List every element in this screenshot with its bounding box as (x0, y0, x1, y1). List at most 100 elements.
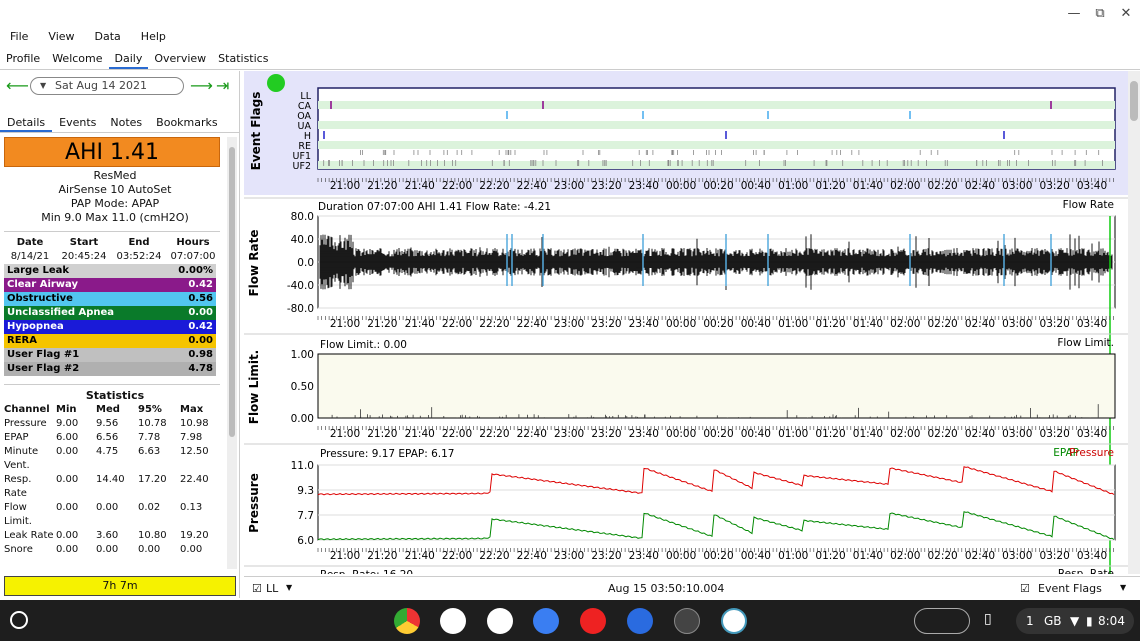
event-name: Unclassified Apnea (7, 307, 115, 318)
stats-cell: 17.20 (138, 474, 167, 485)
oscar-icon[interactable] (721, 608, 747, 634)
flags-tick-label: 01:20 (815, 180, 845, 192)
stats-row: Leak Rate 0.00 3.60 10.80 19.20 (4, 529, 226, 543)
stats-cell: 10.78 (138, 418, 167, 429)
pressure-ytick: 11.0 (291, 460, 314, 472)
flow-rate-title: Flow Rate (247, 229, 261, 296)
menu-file[interactable]: File (0, 28, 38, 46)
stats-cell: 0.00 (96, 544, 119, 555)
event-list: Large Leak 0.00% Clear Airway 0.42 Obstructi… (4, 264, 226, 376)
pr-tick-label: 00:40 (741, 550, 771, 562)
ll-dropdown[interactable]: LL (266, 582, 278, 595)
flags-tick-label: 01:40 (853, 180, 883, 192)
messages-icon[interactable] (627, 608, 653, 634)
pr-tick-label: 21:40 (405, 550, 435, 562)
event-row[interactable]: Large Leak 0.00% (4, 264, 216, 278)
stats-row: Snore 0.00 0.00 0.00 0.00 (4, 543, 226, 557)
scroll-thumb[interactable] (1130, 81, 1138, 121)
flags-tick-label: 22:40 (517, 180, 547, 192)
stats-cell: 14.40 (96, 474, 125, 485)
flow-tick-label: 22:00 (442, 318, 472, 330)
fl-tick-label: 21:40 (405, 428, 435, 440)
holding-space-icon[interactable] (914, 608, 970, 634)
tab-bookmarks[interactable]: Bookmarks (149, 113, 224, 132)
pushpin-icon[interactable] (267, 74, 285, 92)
stats-col-header: Med (96, 404, 120, 415)
restore-icon[interactable]: ⧉ (1092, 6, 1108, 22)
tab-overview[interactable]: Overview (148, 48, 212, 69)
close-icon[interactable]: ✕ (1118, 6, 1134, 22)
flow-limit-plot[interactable] (317, 353, 1116, 419)
menu-data[interactable]: Data (85, 28, 131, 46)
event-row[interactable]: User Flag #1 0.98 (4, 348, 216, 362)
stats-cell: 0.00 (56, 474, 79, 485)
left-scrollbar[interactable] (227, 137, 237, 569)
event-row[interactable]: Unclassified Apnea 0.00 (4, 306, 216, 320)
status-tray[interactable]: 1 GB ▼ ▮ 8:04 (1016, 608, 1134, 634)
stats-cell: 10.80 (138, 530, 167, 541)
gmail-icon[interactable] (440, 608, 466, 634)
resp-rate-info: Resp. Rate: 16.20 (320, 569, 413, 574)
graphs-svg: Event Flags LLCAOAUAHREUF1UF221:00 21:20 21… (244, 71, 1128, 574)
event-row[interactable]: User Flag #2 4.78 (4, 362, 216, 376)
minimize-icon[interactable]: — (1066, 6, 1082, 22)
chevron-down-icon[interactable]: ▼ (1120, 583, 1126, 592)
event-row[interactable]: Obstructive 0.56 (4, 292, 216, 306)
pressure-ytick: 6.0 (297, 535, 314, 547)
stats-cell: Pressure (4, 418, 47, 429)
tab-welcome[interactable]: Welcome (46, 48, 108, 69)
tab-events[interactable]: Events (52, 113, 103, 132)
pr-tick-label: 01:00 (778, 550, 808, 562)
pr-tick-label: 22:40 (517, 550, 547, 562)
stats-cell: 6.63 (138, 446, 161, 457)
pressure-title: Pressure (247, 473, 261, 533)
flow-rate-info: Duration 07:07:00 AHI 1.41 Flow Rate: -4… (318, 201, 551, 213)
pressure-range: Min 9.0 Max 11.0 (cmH2O) (41, 211, 189, 224)
tab-details[interactable]: Details (0, 113, 53, 132)
event-name: RERA (7, 335, 37, 346)
event-name: Hypopnea (7, 321, 64, 332)
tab-profile[interactable]: Profile (0, 48, 46, 69)
tab-notes[interactable]: Notes (103, 113, 149, 132)
event-row[interactable]: Hypopnea 0.42 (4, 320, 216, 334)
youtube-icon[interactable] (580, 608, 606, 634)
pr-tick-label: 00:20 (703, 550, 733, 562)
docs-icon[interactable] (533, 608, 559, 634)
chrome-icon[interactable] (394, 608, 420, 634)
fl-tick-label: 22:20 (479, 428, 509, 440)
last-day-icon[interactable]: ⇥ (216, 76, 229, 95)
stats-header: Channel Min Med 95% Max (4, 403, 226, 417)
flags-tick-label: 02:00 (890, 180, 920, 192)
flags-dropdown[interactable]: Event Flags (1038, 582, 1102, 595)
stats-row: EPAP 6.00 6.56 7.78 7.98 (4, 431, 226, 445)
event-row[interactable]: Clear Airway 0.42 (4, 278, 216, 292)
stats-cell: 3.60 (96, 530, 119, 541)
w-app-icon[interactable] (674, 608, 700, 634)
next-day-icon[interactable]: ⟶ (190, 76, 213, 95)
pressure-ytick: 7.7 (297, 510, 314, 522)
flow-limit-title: Flow Limit. (247, 350, 261, 425)
date-picker[interactable]: ▼ Sat Aug 14 2021 (30, 77, 184, 95)
hdr-hours: Hours (176, 237, 210, 248)
prev-day-icon[interactable]: ⟵ (6, 76, 29, 95)
scroll-thumb[interactable] (229, 147, 235, 437)
tab-statistics[interactable]: Statistics (212, 48, 274, 69)
stats-cell: Leak Rate (4, 530, 54, 541)
menu-help[interactable]: Help (131, 28, 176, 46)
play-store-icon[interactable] (487, 608, 513, 634)
graphs-scrollbar[interactable] (1128, 71, 1140, 574)
ll-checkbox-icon[interactable]: ☑ (252, 582, 262, 595)
flow-rate-ytick: -40.0 (287, 280, 314, 292)
launcher-icon[interactable] (10, 611, 28, 629)
phone-icon[interactable]: ▯ (984, 611, 992, 627)
date-text: Sat Aug 14 2021 (55, 79, 147, 92)
fl-tick-label: 21:20 (367, 428, 397, 440)
flags-checkbox-icon[interactable]: ☑ (1020, 582, 1030, 595)
chevron-down-icon[interactable]: ▼ (286, 583, 292, 592)
menu-view[interactable]: View (38, 28, 84, 46)
menu-bar: File View Data Help (0, 28, 1140, 46)
tab-daily[interactable]: Daily (108, 48, 149, 69)
event-row[interactable]: RERA 0.00 (4, 334, 216, 348)
flag-row-band (318, 141, 1115, 149)
stats-col-header: 95% (138, 404, 162, 415)
